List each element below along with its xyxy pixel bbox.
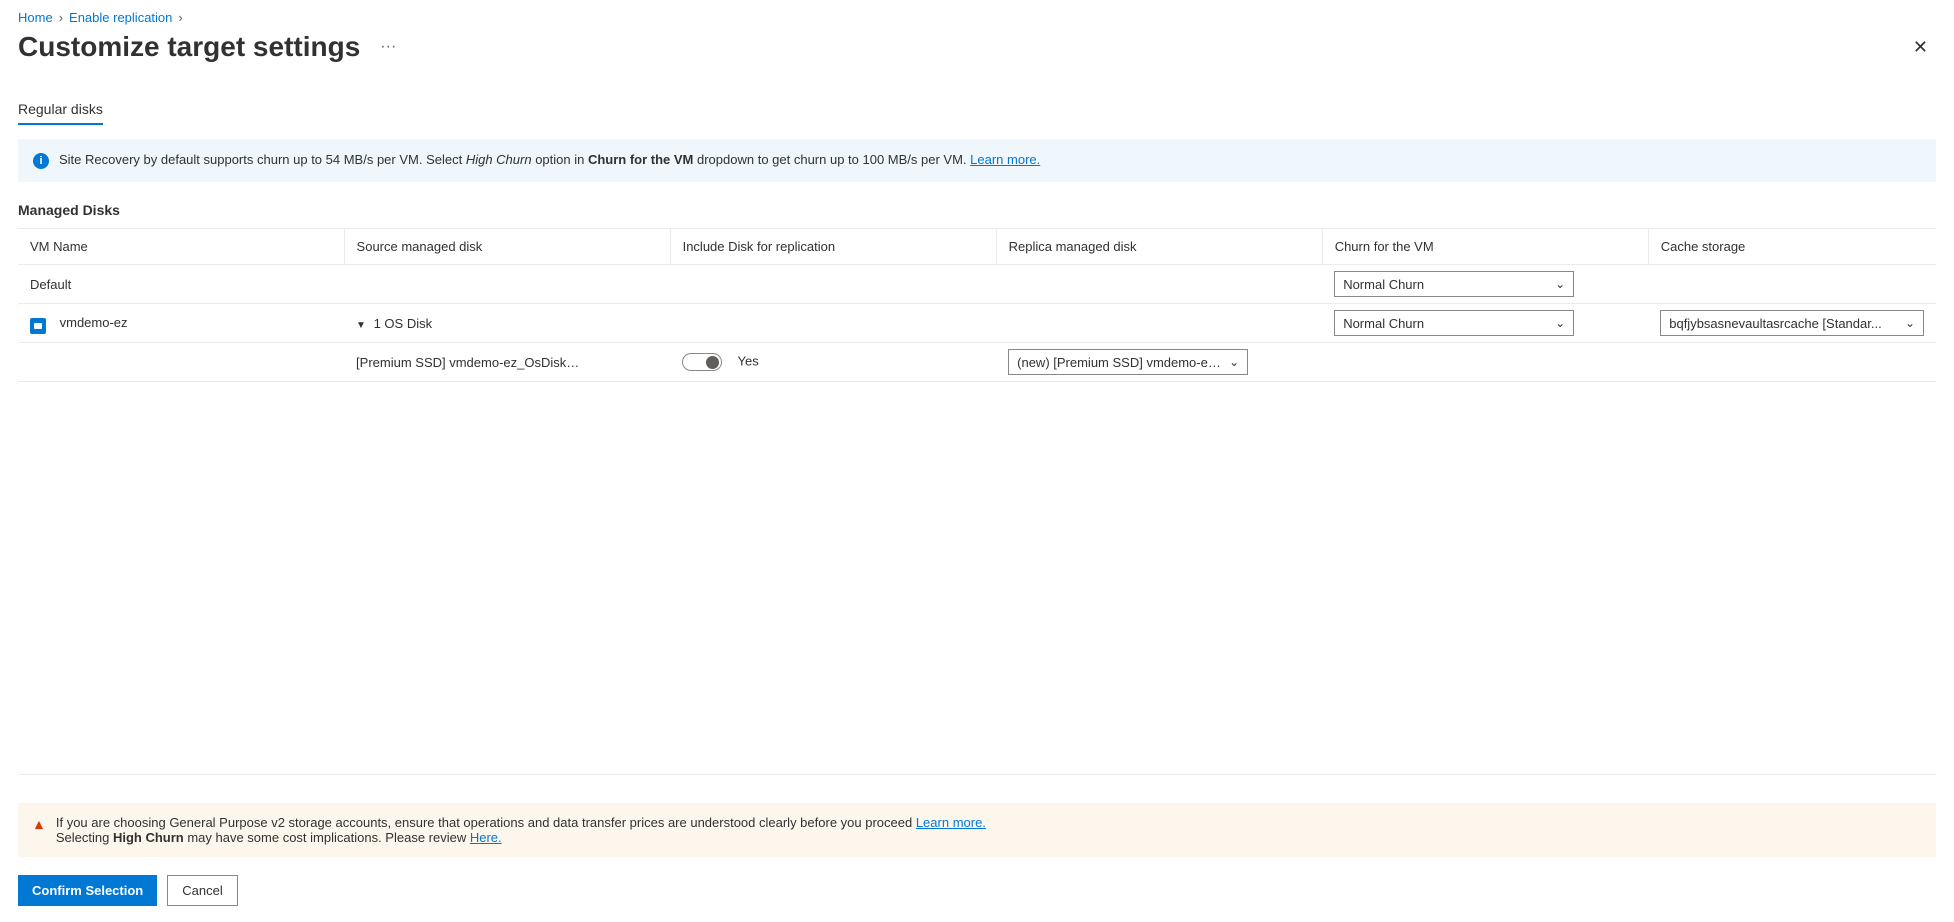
expand-caret-icon[interactable]: ▼: [356, 320, 366, 331]
chevron-down-icon: ⌄: [1229, 355, 1239, 369]
vm-icon: [30, 318, 46, 334]
column-header-source-disk: Source managed disk: [344, 229, 670, 265]
confirm-selection-button[interactable]: Confirm Selection: [18, 875, 157, 906]
dropdown-value: Normal Churn: [1343, 316, 1424, 331]
info-text: dropdown to get churn up to 100 MB/s per…: [693, 152, 970, 167]
table-row-disk: [Premium SSD] vmdemo-ez_OsDisk_1_... Yes…: [18, 343, 1936, 382]
chevron-down-icon: ⌄: [1905, 316, 1915, 330]
include-disk-label: Yes: [737, 353, 758, 368]
chevron-down-icon: ⌄: [1555, 277, 1565, 291]
info-text: Site Recovery by default supports churn …: [59, 152, 466, 167]
dropdown-value: bqfjybsasnevaultasrcache [Standar...: [1669, 316, 1881, 331]
column-header-replica-disk: Replica managed disk: [996, 229, 1322, 265]
info-icon: i: [33, 153, 49, 169]
tab-regular-disks[interactable]: Regular disks: [18, 97, 103, 125]
warning-text: If you are choosing General Purpose v2 s…: [56, 815, 916, 830]
footer-divider: [18, 774, 1936, 775]
info-text-bold: Churn for the VM: [588, 152, 693, 167]
breadcrumb-home[interactable]: Home: [18, 10, 53, 25]
breadcrumb: Home › Enable replication ›: [18, 10, 1936, 25]
tabs: Regular disks: [18, 97, 1936, 125]
info-text-italic: High Churn: [466, 152, 532, 167]
info-learn-more-link[interactable]: Learn more.: [970, 152, 1040, 167]
source-disk-name: [Premium SSD] vmdemo-ez_OsDisk_1_...: [356, 355, 586, 370]
default-label: Default: [18, 265, 344, 304]
column-header-cache: Cache storage: [1648, 229, 1936, 265]
info-text: option in: [532, 152, 588, 167]
warning-text-bold: High Churn: [113, 830, 184, 845]
info-banner: i Site Recovery by default supports chur…: [18, 139, 1936, 182]
table-row-default: Default Normal Churn ⌄: [18, 265, 1936, 304]
dropdown-value: Normal Churn: [1343, 277, 1424, 292]
vm-cache-dropdown[interactable]: bqfjybsasnevaultasrcache [Standar... ⌄: [1660, 310, 1924, 336]
warning-text: Selecting: [56, 830, 113, 845]
replica-disk-dropdown[interactable]: (new) [Premium SSD] vmdemo-ez_... ⌄: [1008, 349, 1248, 375]
warning-text: may have some cost implications. Please …: [184, 830, 470, 845]
warning-banner: ▲ If you are choosing General Purpose v2…: [18, 803, 1936, 857]
page-title: Customize target settings: [18, 31, 360, 63]
chevron-right-icon: ›: [59, 10, 63, 25]
column-header-churn: Churn for the VM: [1322, 229, 1648, 265]
table-row-vm: vmdemo-ez ▼ 1 OS Disk Normal Churn ⌄ bqf…: [18, 304, 1936, 343]
default-churn-dropdown[interactable]: Normal Churn ⌄: [1334, 271, 1574, 297]
more-actions-icon[interactable]: ···: [380, 38, 396, 56]
include-disk-toggle[interactable]: [682, 353, 722, 371]
vm-churn-dropdown[interactable]: Normal Churn ⌄: [1334, 310, 1574, 336]
breadcrumb-enable-replication[interactable]: Enable replication: [69, 10, 172, 25]
warning-learn-more-link[interactable]: Learn more.: [916, 815, 986, 830]
section-title-managed-disks: Managed Disks: [18, 202, 1936, 218]
os-disk-count: 1 OS Disk: [374, 316, 433, 331]
warning-icon: ▲: [32, 816, 46, 845]
managed-disks-table: VM Name Source managed disk Include Disk…: [18, 228, 1936, 382]
column-header-vm-name: VM Name: [18, 229, 344, 265]
chevron-down-icon: ⌄: [1555, 316, 1565, 330]
dropdown-value: (new) [Premium SSD] vmdemo-ez_...: [1017, 355, 1223, 370]
column-header-include-disk: Include Disk for replication: [670, 229, 996, 265]
cancel-button[interactable]: Cancel: [167, 875, 237, 906]
chevron-right-icon: ›: [178, 10, 182, 25]
close-button[interactable]: ✕: [1905, 33, 1936, 62]
vm-name: vmdemo-ez: [60, 315, 128, 330]
warning-here-link[interactable]: Here.: [470, 830, 502, 845]
